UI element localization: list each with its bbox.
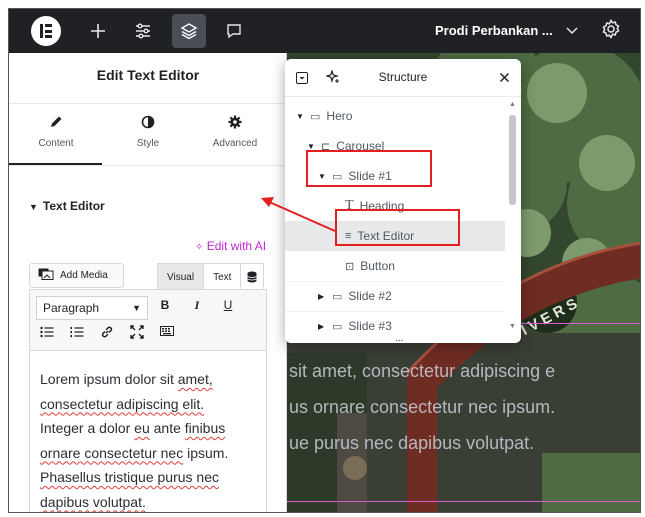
tab-label: Style <box>136 138 160 149</box>
content-text: Phasellus tristique purus nec <box>40 469 219 485</box>
gear-icon <box>189 115 281 131</box>
annotation-highlight-slide-1 <box>306 150 432 187</box>
caret-down-icon: ▼ <box>29 202 38 212</box>
content-text: finibus <box>184 420 226 436</box>
structure-item-button[interactable]: ⊡ Button <box>285 251 505 281</box>
format-select-value: Paragraph <box>43 301 100 315</box>
annotation-highlight-text-editor <box>335 209 460 246</box>
button-icon: ⊡ <box>345 260 355 273</box>
link-icon[interactable] <box>98 325 116 342</box>
content-text: dapibus volutpat. <box>40 493 146 510</box>
tab-label: Advanced <box>212 138 258 149</box>
structure-panel: Structure ▼ ▭ Hero ▼ ⊏ Carousel ▼ ▭ Slid… <box>285 59 521 343</box>
content-text: ornare consectetur nec <box>40 444 184 461</box>
gear-icon[interactable] <box>600 18 622 45</box>
content-text: ante <box>149 420 185 436</box>
bullet-list-icon[interactable] <box>38 326 56 341</box>
scroll-down-icon[interactable]: ▼ <box>509 323 516 330</box>
database-icon[interactable] <box>241 264 263 290</box>
sliders-icon[interactable] <box>130 18 156 44</box>
content-text: amet, <box>177 371 213 387</box>
structure-item-slide-2[interactable]: ▶ ▭ Slide #2 <box>285 281 505 311</box>
contrast-icon <box>102 115 194 131</box>
editor-content: Lorem ipsum dolor sit amet, consectetur a… <box>40 367 262 512</box>
hero-text-line: sit amet, consectetur adipiscing e <box>289 361 556 381</box>
editor-mode-switch: Visual Text <box>157 263 265 290</box>
keyboard-icon[interactable] <box>158 325 176 340</box>
comment-icon[interactable] <box>221 18 247 44</box>
ai-link-label: Edit with AI <box>206 239 267 253</box>
structure-item-label: Slide #2 <box>348 289 392 303</box>
resize-handle[interactable]: ... <box>395 333 403 343</box>
add-media-label: Add Media <box>60 270 108 281</box>
chevron-down-icon[interactable] <box>565 20 579 43</box>
scroll-up-icon[interactable]: ▲ <box>509 101 516 108</box>
sparkle-icon: ✧ <box>195 242 204 253</box>
edit-with-ai-link[interactable]: ✧ Edit with AI <box>195 239 266 253</box>
editor-toolbar: Paragraph ▼ B I U <box>29 289 267 351</box>
italic-button[interactable]: I <box>188 298 206 313</box>
fullscreen-icon[interactable] <box>128 325 146 342</box>
numbered-list-icon[interactable] <box>68 326 86 341</box>
scrollbar-thumb[interactable] <box>509 115 516 205</box>
structure-item-label: Button <box>360 259 395 273</box>
elementor-logo-icon[interactable] <box>31 16 61 46</box>
content-text: consectetur adipiscing elit. <box>40 395 205 412</box>
caret-down-icon: ▼ <box>132 303 141 313</box>
structure-title: Structure <box>378 70 428 84</box>
content-text: ipsum. <box>183 444 229 461</box>
media-icon <box>38 268 54 283</box>
site-title[interactable]: Prodi Perbankan ... <box>435 23 553 38</box>
caret-icon[interactable]: ▶ <box>318 322 328 331</box>
tab-style[interactable]: Style <box>102 115 194 149</box>
selection-outline <box>287 501 640 502</box>
tab-label: Content <box>38 138 74 149</box>
caret-icon[interactable]: ▶ <box>318 292 328 301</box>
visual-tab[interactable]: Visual <box>158 264 205 290</box>
structure-header: Structure <box>285 59 521 97</box>
content-text: Lorem ipsum dolor sit <box>40 371 178 387</box>
hero-text-line: us ornare consectetur nec ipsum. <box>289 397 556 417</box>
content-text: eu <box>134 420 150 436</box>
add-media-button[interactable]: Add Media <box>29 263 124 288</box>
panel-title: Edit Text Editor <box>96 67 200 83</box>
content-text: Integer a dolor <box>40 420 135 436</box>
tab-advanced[interactable]: Advanced <box>189 115 281 149</box>
structure-item-label: Slide #3 <box>348 319 392 333</box>
hero-text-line: ue purus nec dapibus volutpat. <box>289 433 535 453</box>
container-icon: ▭ <box>332 320 343 333</box>
editor-window: Prodi Perbankan ... Edit Text Editor Con… <box>8 8 641 513</box>
divider <box>9 103 287 104</box>
layers-icon[interactable] <box>172 14 206 48</box>
divider <box>9 165 287 166</box>
rich-text-editor[interactable]: Lorem ipsum dolor sit amet, consectetur a… <box>29 351 267 512</box>
text-tab[interactable]: Text <box>204 264 242 290</box>
structure-scrollbar[interactable]: ▲ ▼ <box>506 101 518 341</box>
plus-icon[interactable] <box>85 18 111 44</box>
caret-icon[interactable]: ▼ <box>296 112 306 121</box>
top-bar: Prodi Perbankan ... <box>9 9 640 53</box>
close-icon[interactable] <box>499 70 510 88</box>
container-icon: ▭ <box>332 290 343 303</box>
container-icon: ▭ <box>310 110 321 123</box>
underline-button[interactable]: U <box>219 298 237 312</box>
section-toggle-text-editor[interactable]: ▼ Text Editor <box>29 199 105 213</box>
section-title: Text Editor <box>42 199 105 213</box>
structure-item-label: Hero <box>326 109 353 123</box>
pencil-icon <box>10 115 102 131</box>
tab-content[interactable]: Content <box>10 115 102 149</box>
edit-panel: Edit Text Editor Content Style Advanced … <box>9 53 287 512</box>
bold-button[interactable]: B <box>156 298 174 312</box>
structure-item-hero[interactable]: ▼ ▭ Hero <box>285 101 505 131</box>
format-select[interactable]: Paragraph ▼ <box>36 296 148 320</box>
